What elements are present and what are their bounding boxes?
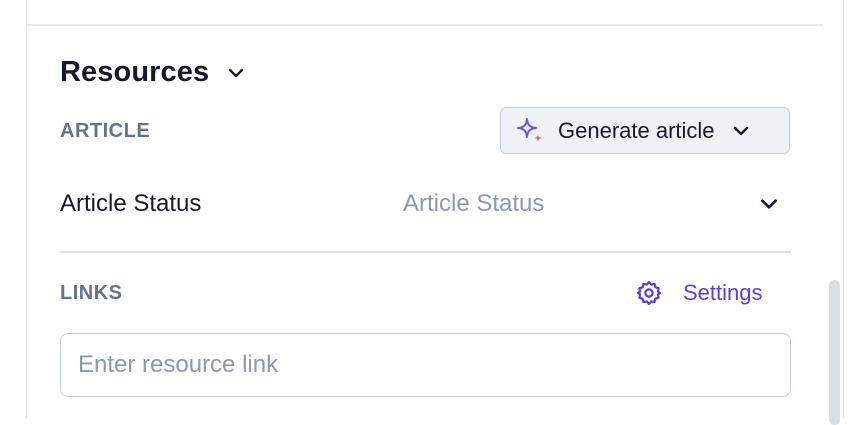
generate-dropdown-toggle[interactable] xyxy=(731,121,751,141)
article-status-label: Article Status xyxy=(60,190,202,217)
generate-article-label: Generate article xyxy=(558,117,715,143)
article-status-row: Article Status Article Status xyxy=(60,180,790,228)
chevron-down-icon xyxy=(229,68,244,77)
sparkle-icon xyxy=(517,117,542,142)
resource-link-input[interactable] xyxy=(60,333,791,397)
status-dropdown-toggle[interactable] xyxy=(758,193,780,215)
article-status-select[interactable]: Article Status xyxy=(403,180,790,228)
scrollbar-thumb[interactable] xyxy=(829,280,840,425)
article-section-label: ARTICLE xyxy=(60,120,151,142)
generate-article-button[interactable]: Generate article xyxy=(500,107,790,154)
resources-panel: Resources ARTICLE Generate article Artic… xyxy=(26,0,844,418)
links-section-label: LINKS xyxy=(60,282,123,304)
section-divider xyxy=(60,251,791,253)
article-status-placeholder: Article Status xyxy=(403,190,545,217)
chevron-down-icon xyxy=(761,199,777,209)
top-divider xyxy=(27,24,823,26)
section-title: Resources xyxy=(60,56,210,88)
links-settings-button[interactable]: Settings xyxy=(635,278,763,308)
chevron-down-icon xyxy=(733,126,748,135)
collapse-toggle[interactable] xyxy=(225,62,247,84)
settings-label: Settings xyxy=(683,280,763,305)
section-header: Resources xyxy=(60,56,247,89)
gear-icon xyxy=(636,280,662,306)
